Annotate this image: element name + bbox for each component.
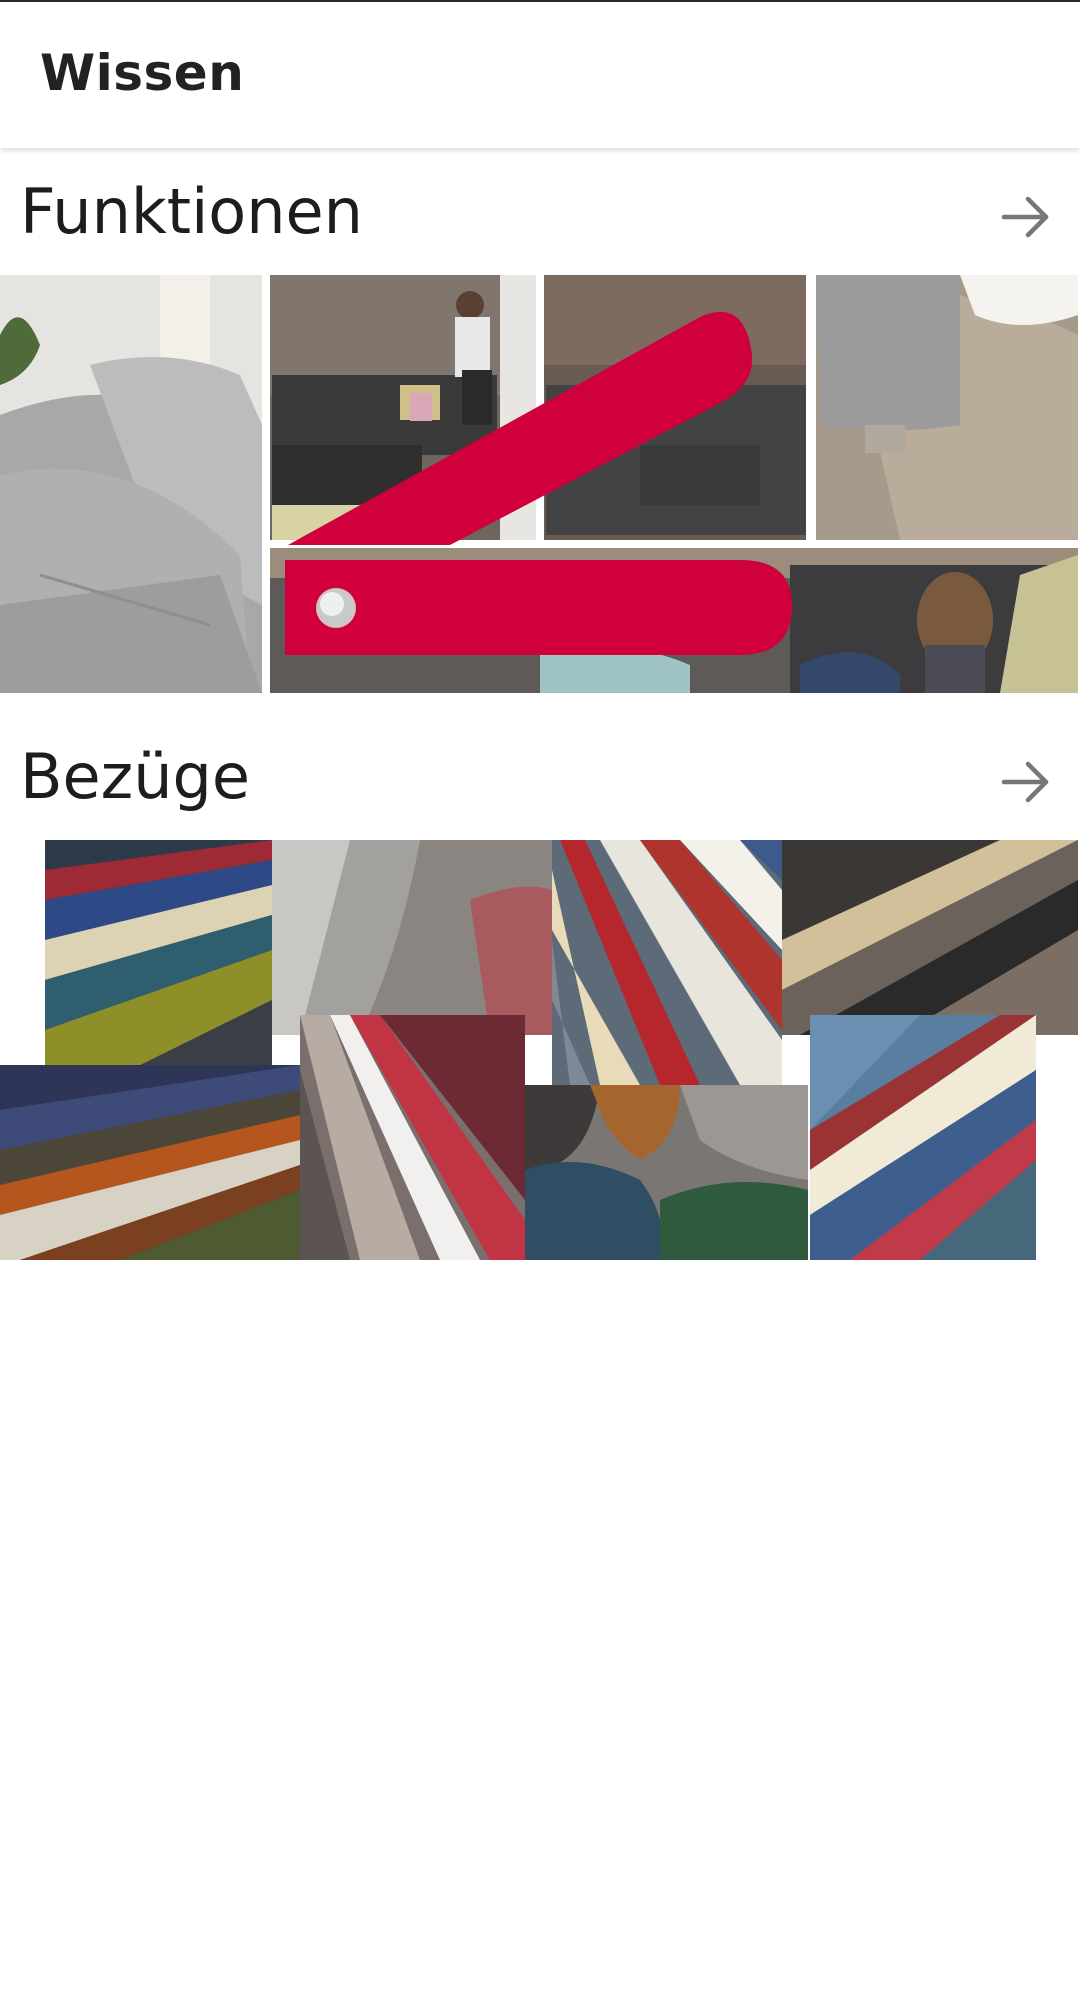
section-header-bezuege[interactable]: Bezüge — [0, 720, 1080, 840]
arrow-right-icon[interactable] — [998, 189, 1054, 245]
page-title: Wissen — [40, 44, 245, 102]
fabric-samples-collage-image — [0, 840, 1078, 1260]
section-title-bezuege: Bezüge — [20, 740, 251, 813]
covers-image-tile[interactable] — [0, 840, 1078, 1260]
page: Wissen Funktionen Bezüge — [0, 0, 1080, 2004]
functions-image-tile[interactable] — [0, 275, 1078, 693]
functions-collage-image — [0, 275, 1078, 693]
section-header-funktionen[interactable]: Funktionen — [0, 155, 1080, 275]
app-bar: Wissen — [0, 2, 1080, 148]
section-title-funktionen: Funktionen — [20, 175, 363, 248]
arrow-right-icon[interactable] — [998, 754, 1054, 810]
